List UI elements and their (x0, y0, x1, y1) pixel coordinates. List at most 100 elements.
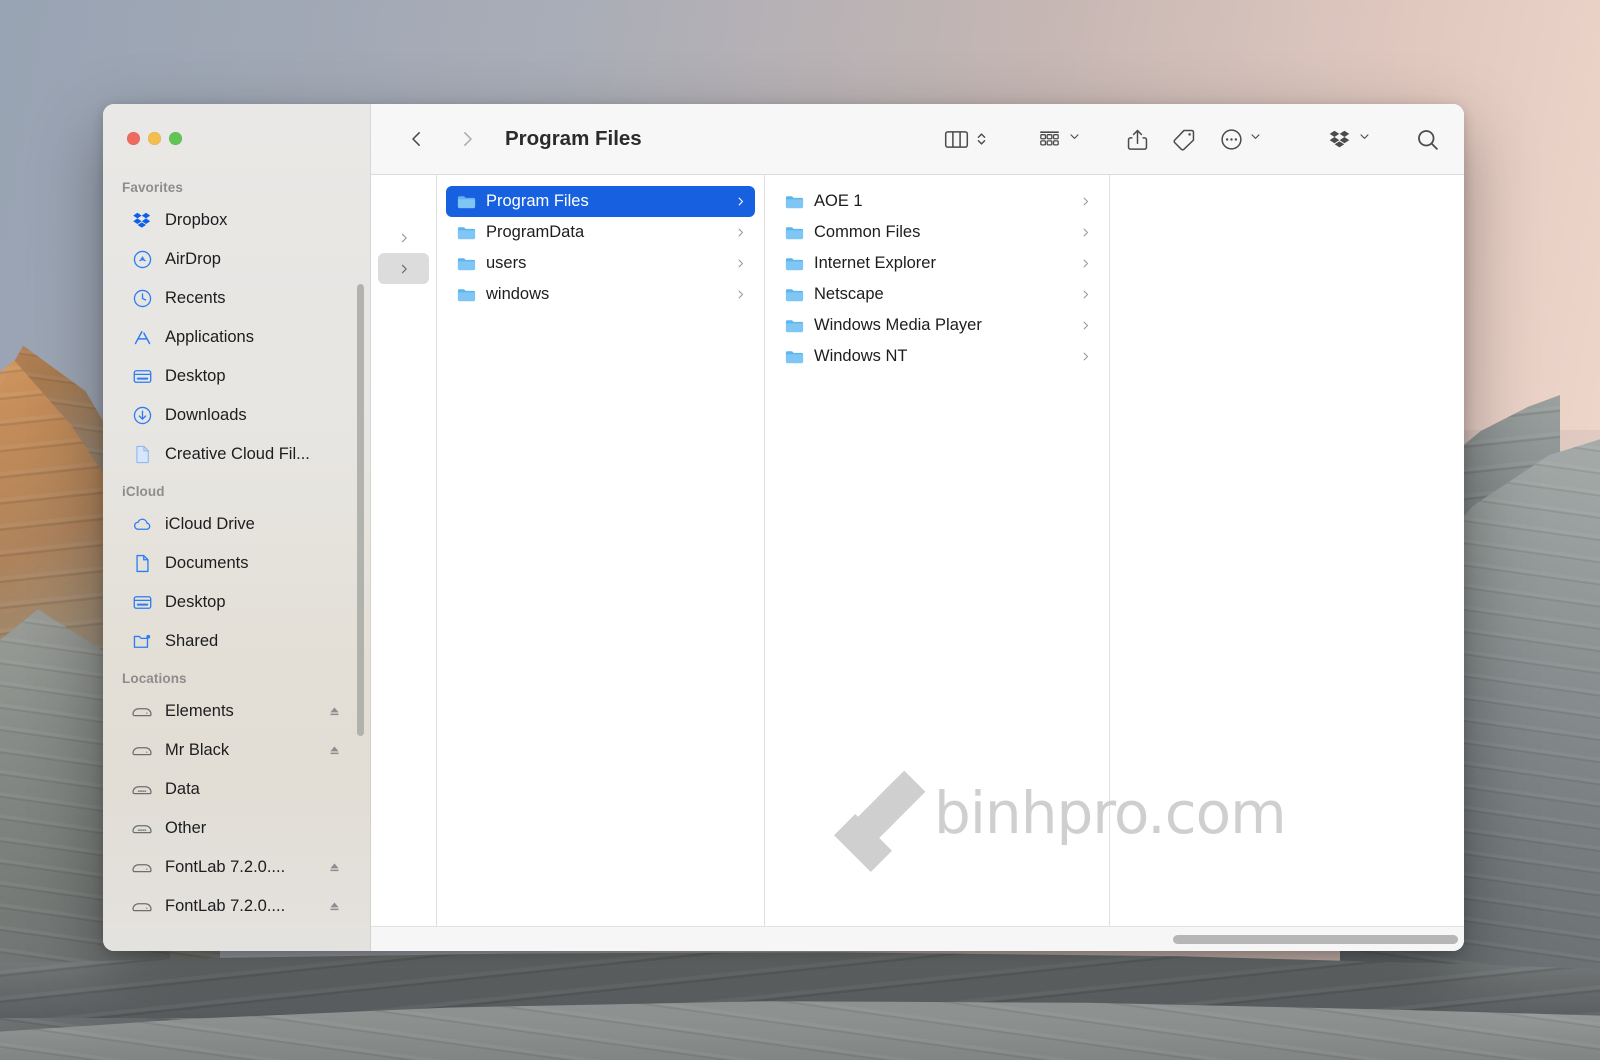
arrange-stepper-icon[interactable] (970, 119, 992, 159)
sidebar-item-applications[interactable]: Applications (112, 318, 357, 357)
tags-button[interactable] (1172, 119, 1197, 159)
folder-icon (784, 253, 805, 274)
sidebar-item-mr-black[interactable]: Mr Black (112, 731, 357, 770)
eject-icon[interactable] (325, 704, 343, 719)
sidebar-scrollbar[interactable] (357, 284, 364, 736)
list-item[interactable]: ProgramData (446, 217, 755, 248)
sidebar: Favorites Dropbox AirDrop Recents Applic… (103, 104, 371, 951)
more-actions-button[interactable] (1219, 119, 1262, 159)
sidebar-item-desktop-icloud[interactable]: Desktop (112, 583, 357, 622)
list-item[interactable]: Netscape (774, 279, 1100, 310)
program-files-column: AOE 1 Common Files Internet Explorer Net… (765, 175, 1116, 926)
list-item[interactable]: users (446, 248, 755, 279)
ellipsis-circle-icon[interactable] (1219, 119, 1244, 159)
folder-icon (784, 284, 805, 305)
sidebar-item-creative-cloud-files[interactable]: Creative Cloud Fil... (112, 435, 357, 474)
page-title: Program Files (505, 127, 642, 150)
back-button[interactable] (397, 119, 437, 159)
sidebar-item-other[interactable]: Other (112, 809, 357, 848)
finder-window: Favorites Dropbox AirDrop Recents Applic… (103, 104, 1464, 951)
list-item-label: AOE 1 (814, 192, 863, 210)
window-controls (127, 132, 182, 145)
list-item[interactable]: Common Files (774, 217, 1100, 248)
list-item[interactable]: Windows Media Player (774, 310, 1100, 341)
document-icon (131, 553, 153, 575)
sidebar-item-documents[interactable]: Documents (112, 544, 357, 583)
drive-root-column: Program Files ProgramData users windows (437, 175, 771, 926)
drive-icon (131, 701, 153, 723)
list-item-label: Windows NT (814, 347, 908, 365)
preview-column (1110, 175, 1464, 926)
zoom-button[interactable] (169, 132, 182, 145)
sidebar-item-dropbox[interactable]: Dropbox (112, 201, 357, 240)
dropbox-icon[interactable] (1328, 119, 1353, 159)
list-item[interactable]: windows (446, 279, 755, 310)
sidebar-item-shared[interactable]: Shared (112, 622, 357, 661)
list-item[interactable]: AOE 1 (774, 186, 1100, 217)
list-item[interactable] (378, 222, 429, 253)
group-icon[interactable] (1036, 119, 1063, 159)
eject-icon[interactable] (325, 860, 343, 875)
chevron-down-icon[interactable] (1249, 130, 1262, 148)
sidebar-group-favorites: Favorites (122, 180, 183, 195)
parent-stub-column (371, 175, 443, 926)
list-item-label: Common Files (814, 223, 921, 241)
dropbox-toolbar-button[interactable] (1328, 119, 1371, 159)
list-item[interactable]: Windows NT (774, 341, 1100, 372)
drive-icon (131, 779, 153, 801)
list-item[interactable] (378, 253, 429, 284)
sidebar-item-label: Applications (165, 328, 254, 346)
sidebar-item-label: iCloud Drive (165, 515, 255, 533)
sidebar-item-label: AirDrop (165, 250, 221, 268)
minimize-button[interactable] (148, 132, 161, 145)
desktop-icon (131, 366, 153, 388)
list-item-label: users (486, 254, 527, 272)
folder-icon (456, 191, 477, 212)
search-button[interactable] (1415, 119, 1440, 159)
clock-icon (131, 288, 153, 310)
document-icon (131, 444, 153, 466)
group-by-button[interactable] (1036, 119, 1081, 159)
chevron-right-icon (1079, 196, 1091, 207)
sidebar-item-downloads[interactable]: Downloads (112, 396, 357, 435)
sidebar-item-label: Desktop (165, 593, 226, 611)
chevron-right-icon (734, 289, 746, 300)
sidebar-item-data[interactable]: Data (112, 770, 357, 809)
drive-icon (131, 740, 153, 762)
column-view-icon[interactable] (943, 119, 970, 159)
chevron-down-icon[interactable] (1068, 130, 1081, 148)
sidebar-item-icloud-drive[interactable]: iCloud Drive (112, 505, 357, 544)
sidebar-item-airdrop[interactable]: AirDrop (112, 240, 357, 279)
eject-icon[interactable] (325, 743, 343, 758)
sidebar-item-desktop[interactable]: Desktop (112, 357, 357, 396)
drive-icon (131, 857, 153, 879)
folder-icon (784, 222, 805, 243)
sidebar-item-label: Recents (165, 289, 226, 307)
close-button[interactable] (127, 132, 140, 145)
forward-button[interactable] (447, 119, 487, 159)
chevron-right-icon (734, 227, 746, 238)
sidebar-item-label: Mr Black (165, 741, 230, 759)
sidebar-item-label: Elements (165, 702, 234, 720)
list-item-label: ProgramData (486, 223, 585, 241)
chevron-down-icon[interactable] (1358, 130, 1371, 148)
sidebar-item-fontlab-1[interactable]: FontLab 7.2.0.... (112, 848, 357, 887)
airdrop-icon (131, 249, 153, 271)
horizontal-scrollbar-thumb[interactable] (1173, 935, 1458, 944)
list-item[interactable]: Program Files (446, 186, 755, 217)
dropbox-icon (131, 210, 153, 232)
sidebar-item-label: Data (165, 780, 200, 798)
sidebar-item-elements[interactable]: Elements (112, 692, 357, 731)
desktop-icon (131, 592, 153, 614)
chevron-right-icon (1079, 351, 1091, 362)
eject-icon[interactable] (325, 899, 343, 914)
list-item-label: Netscape (814, 285, 884, 303)
share-button[interactable] (1125, 119, 1150, 159)
view-switcher[interactable] (943, 119, 992, 159)
sidebar-item-fontlab-2[interactable]: FontLab 7.2.0.... (112, 887, 357, 926)
folder-icon (456, 222, 477, 243)
list-item[interactable]: Internet Explorer (774, 248, 1100, 279)
sidebar-item-recents[interactable]: Recents (112, 279, 357, 318)
horizontal-scrollbar-track[interactable] (371, 926, 1464, 951)
chevron-right-icon (734, 196, 746, 207)
